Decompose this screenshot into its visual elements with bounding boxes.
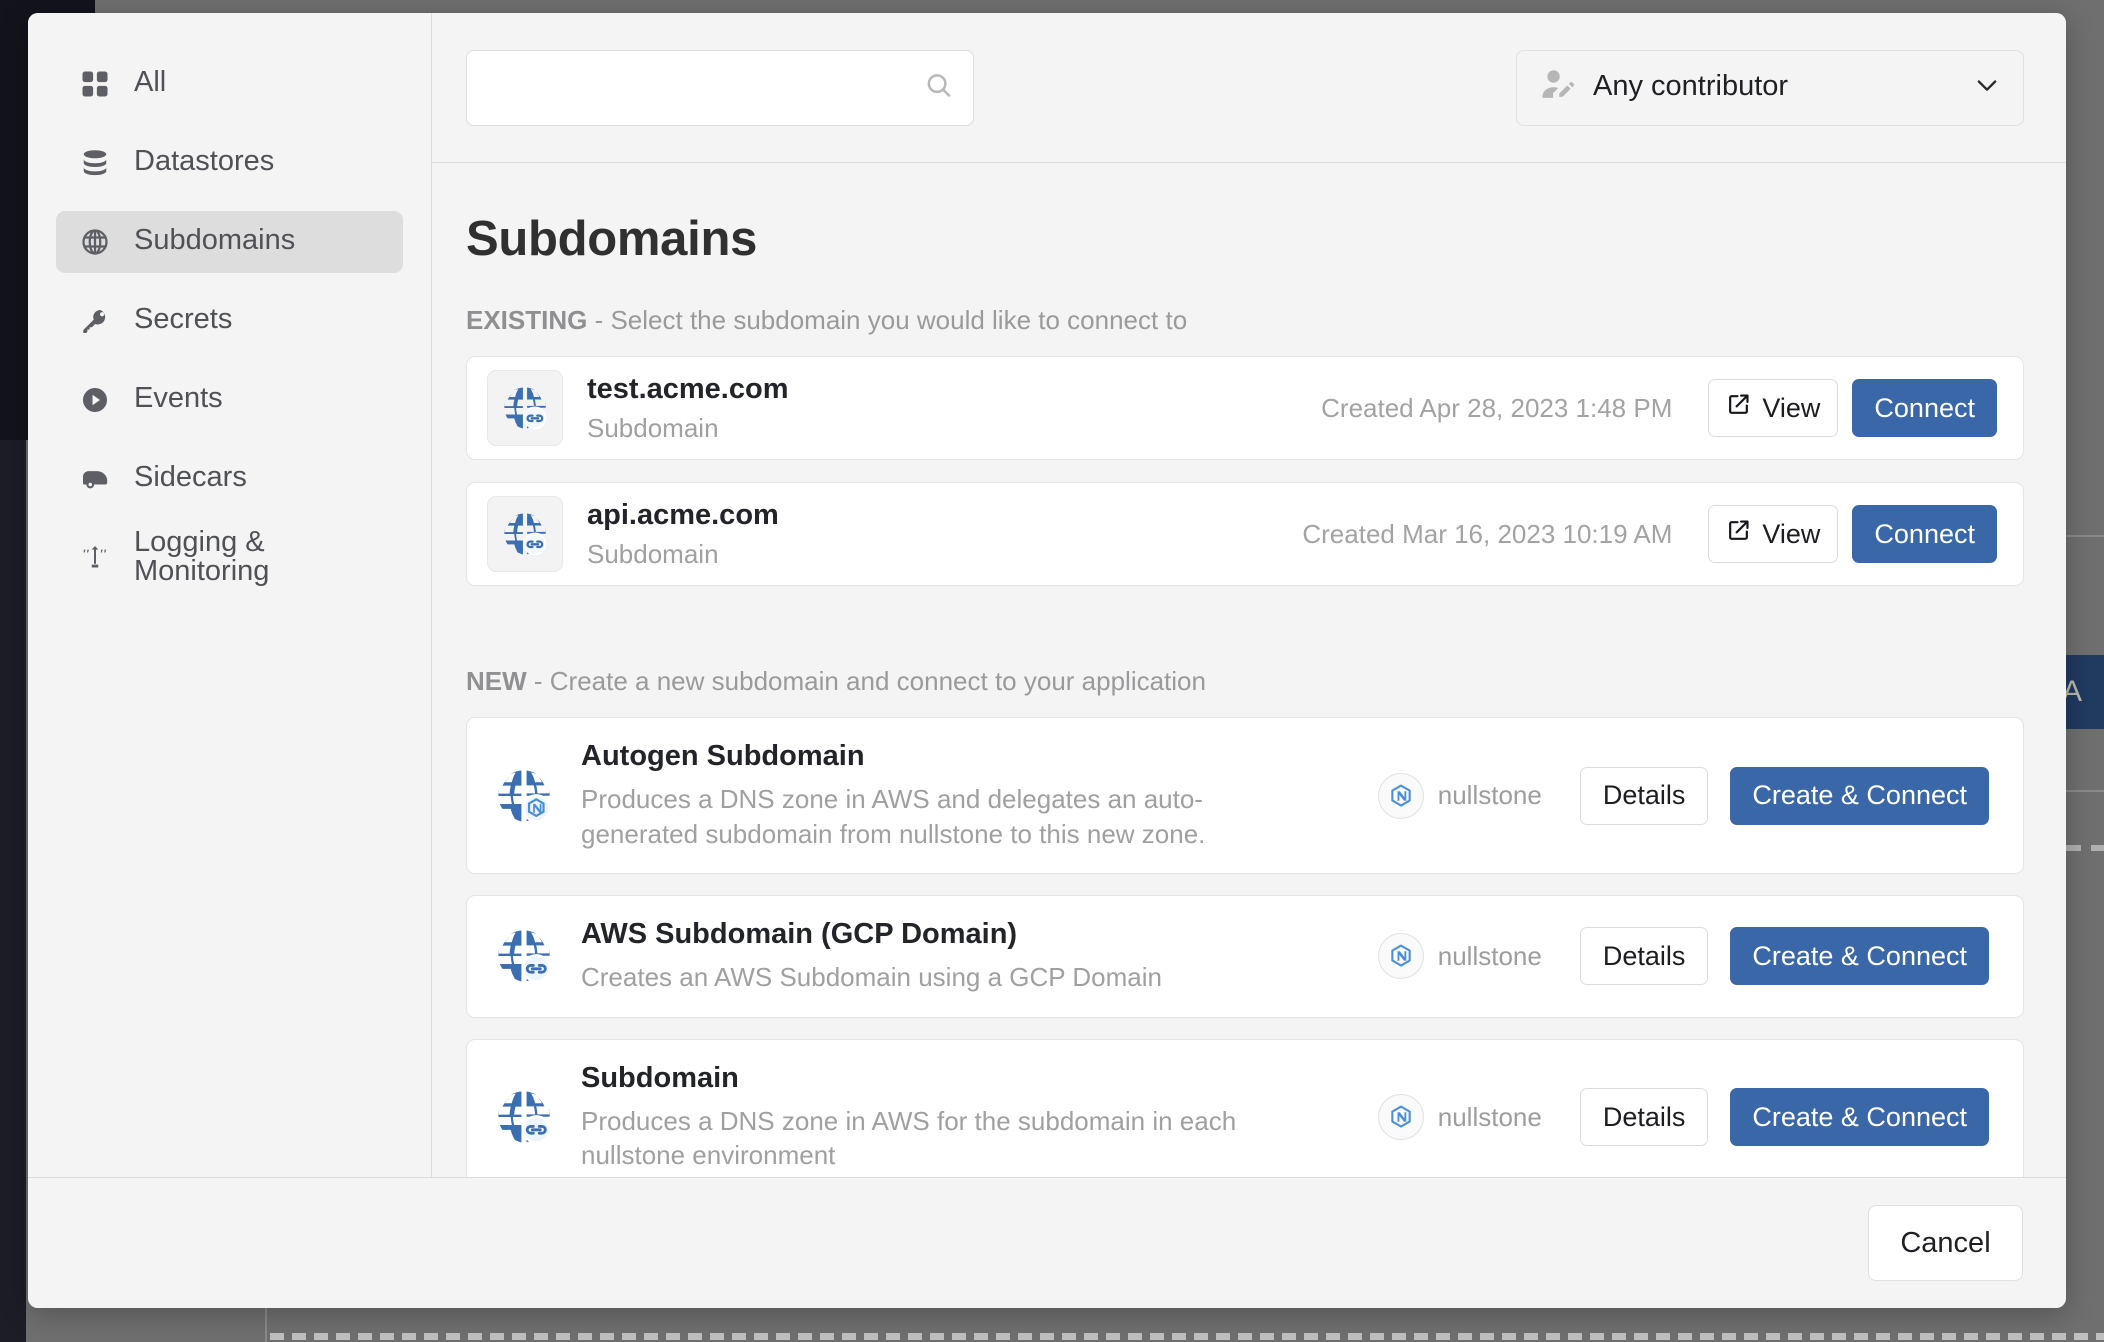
database-icon: [78, 146, 112, 180]
globe-link-icon: [493, 1086, 555, 1148]
grid-icon: [78, 67, 112, 101]
nullstone-logo-icon: [1377, 772, 1424, 819]
sidebar-item-subdomains[interactable]: Subdomains: [56, 211, 403, 273]
external-link-icon: [1726, 518, 1751, 550]
module-actions: nullstone Details Create & Connect: [1377, 927, 1989, 986]
existing-subdomain-name: test.acme.com: [587, 372, 789, 405]
view-button[interactable]: View: [1708, 505, 1839, 563]
view-button-label: View: [1762, 518, 1821, 549]
existing-subdomain-name: api.acme.com: [587, 498, 779, 531]
content-column: Any contributor Subdomains EXISTING - Se…: [432, 13, 2066, 1177]
globe-link-icon: [487, 370, 563, 446]
chevron-down-icon: [1973, 71, 2001, 104]
nullstone-logo-icon: [1377, 1094, 1424, 1141]
toolbar: Any contributor: [432, 13, 2066, 163]
view-button[interactable]: View: [1708, 379, 1839, 437]
category-sidebar: All Datastores Subdomains Secrets Events…: [28, 13, 432, 1177]
module-contributor: nullstone: [1377, 933, 1558, 980]
sidecar-icon: [78, 462, 112, 496]
subdomains-scroll-area[interactable]: Subdomains EXISTING - Select the subdoma…: [432, 163, 2066, 1177]
sidebar-item-events[interactable]: Events: [56, 369, 403, 431]
existing-subdomain-type: Subdomain: [587, 538, 719, 569]
module-contributor-name: nullstone: [1437, 780, 1542, 811]
antenna-icon: [78, 541, 112, 575]
module-text: AWS Subdomain (GCP Domain) Creates an AW…: [581, 918, 1162, 995]
user-edit-icon: [1539, 66, 1577, 109]
details-button[interactable]: Details: [1579, 766, 1709, 825]
contributor-filter-label: Any contributor: [1593, 69, 1789, 102]
existing-subdomain-created: Created Mar 16, 2023 10:19 AM: [1302, 518, 1673, 549]
modal-body: All Datastores Subdomains Secrets Events…: [28, 13, 2066, 1178]
search-field-wrapper: [466, 49, 974, 126]
existing-subdomain-row[interactable]: api.acme.com Subdomain Created Mar 16, 2…: [466, 482, 2024, 586]
play-circle-icon: [78, 383, 112, 417]
view-button-label: View: [1762, 392, 1821, 423]
sidebar-item-datastores[interactable]: Datastores: [56, 132, 403, 194]
create-and-connect-button[interactable]: Create & Connect: [1730, 766, 1989, 825]
module-actions: nullstone Details Create & Connect: [1377, 1088, 1989, 1147]
existing-subdomain-created: Created Apr 28, 2023 1:48 PM: [1321, 392, 1673, 423]
existing-subdomain-type: Subdomain: [587, 412, 719, 443]
sidebar-item-secrets[interactable]: Secrets: [56, 290, 403, 352]
search-input[interactable]: [466, 49, 974, 126]
existing-section-caption: EXISTING - Select the subdomain you woul…: [466, 305, 2024, 336]
subdomains-modal: All Datastores Subdomains Secrets Events…: [28, 13, 2066, 1308]
key-icon: [78, 304, 112, 338]
new-section-key: NEW: [466, 666, 527, 696]
existing-subdomain-text: test.acme.com Subdomain: [587, 373, 789, 444]
globe-link-icon: [493, 925, 555, 987]
sidebar-item-all[interactable]: All: [56, 53, 403, 115]
globe-link-icon: [487, 496, 563, 572]
module-contributor-name: nullstone: [1437, 940, 1542, 971]
module-card[interactable]: Autogen Subdomain Produces a DNS zone in…: [466, 717, 2024, 875]
module-card[interactable]: Subdomain Produces a DNS zone in AWS for…: [466, 1038, 2024, 1177]
background-dashed-line-bottom: [270, 1333, 2104, 1340]
module-text: Subdomain Produces a DNS zone in AWS for…: [581, 1062, 1281, 1173]
module-card[interactable]: AWS Subdomain (GCP Domain) Creates an AW…: [466, 895, 2024, 1018]
existing-section-text: - Select the subdomain you would like to…: [587, 305, 1188, 335]
globe-icon: [78, 225, 112, 259]
modal-footer: Cancel: [28, 1178, 2066, 1308]
new-section-text: - Create a new subdomain and connect to …: [526, 666, 1206, 696]
sidebar-item-label: Datastores: [134, 145, 275, 177]
sidebar-item-sidecars[interactable]: Sidecars: [56, 448, 403, 510]
sidebar-item-logging-monitoring[interactable]: Logging & Monitoring: [56, 527, 403, 589]
sidebar-item-label: Subdomains: [134, 224, 296, 256]
module-contributor: nullstone: [1377, 772, 1558, 819]
contributor-filter-dropdown[interactable]: Any contributor: [1516, 49, 2024, 126]
create-and-connect-button[interactable]: Create & Connect: [1730, 927, 1989, 986]
details-button[interactable]: Details: [1579, 927, 1709, 986]
sidebar-item-label: Events: [134, 382, 223, 414]
connect-button[interactable]: Connect: [1852, 505, 1997, 563]
create-and-connect-button[interactable]: Create & Connect: [1730, 1088, 1989, 1147]
connect-button[interactable]: Connect: [1852, 379, 1997, 437]
module-description: Creates an AWS Subdomain using a GCP Dom…: [581, 962, 1162, 993]
module-name: AWS Subdomain (GCP Domain): [581, 918, 1018, 951]
globe-nullstone-icon: [493, 765, 555, 827]
module-description: Produces a DNS zone in AWS for the subdo…: [581, 1105, 1237, 1171]
details-button[interactable]: Details: [1579, 1088, 1709, 1147]
module-name: Subdomain: [581, 1061, 739, 1094]
sidebar-item-label: Logging & Monitoring: [134, 525, 270, 587]
external-link-icon: [1726, 392, 1751, 424]
module-name: Autogen Subdomain: [581, 740, 865, 772]
module-description: Produces a DNS zone in AWS and delegates…: [581, 784, 1206, 849]
module-text: Autogen Subdomain Produces a DNS zone in…: [581, 740, 1281, 851]
module-contributor-name: nullstone: [1437, 1101, 1542, 1132]
cancel-button[interactable]: Cancel: [1868, 1205, 2023, 1281]
sidebar-item-label: All: [134, 66, 167, 98]
sidebar-item-label: Sidecars: [134, 461, 247, 493]
nullstone-logo-icon: [1377, 933, 1424, 980]
existing-subdomain-row[interactable]: test.acme.com Subdomain Created Apr 28, …: [466, 356, 2024, 460]
existing-subdomain-text: api.acme.com Subdomain: [587, 499, 779, 570]
page-title: Subdomains: [466, 212, 758, 266]
module-contributor: nullstone: [1377, 1094, 1558, 1141]
existing-section-key: EXISTING: [466, 305, 588, 335]
new-section-caption: NEW - Create a new subdomain and connect…: [466, 666, 2024, 697]
sidebar-item-label: Secrets: [134, 303, 233, 335]
module-actions: nullstone Details Create & Connect: [1377, 766, 1989, 825]
